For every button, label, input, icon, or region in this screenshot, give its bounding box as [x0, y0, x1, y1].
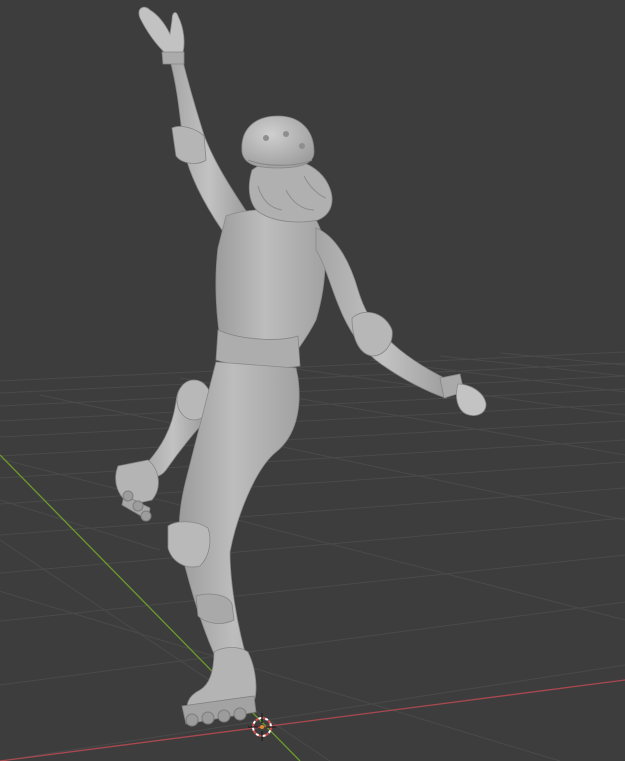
y-axis-line — [0, 454, 301, 761]
raised-arm — [138, 6, 249, 231]
3d-cursor-icon[interactable] — [248, 713, 276, 741]
3d-viewport[interactable] — [0, 0, 625, 761]
side-arm — [315, 227, 487, 416]
head — [241, 115, 333, 223]
torso — [215, 209, 326, 369]
floor-grid — [0, 351, 625, 761]
